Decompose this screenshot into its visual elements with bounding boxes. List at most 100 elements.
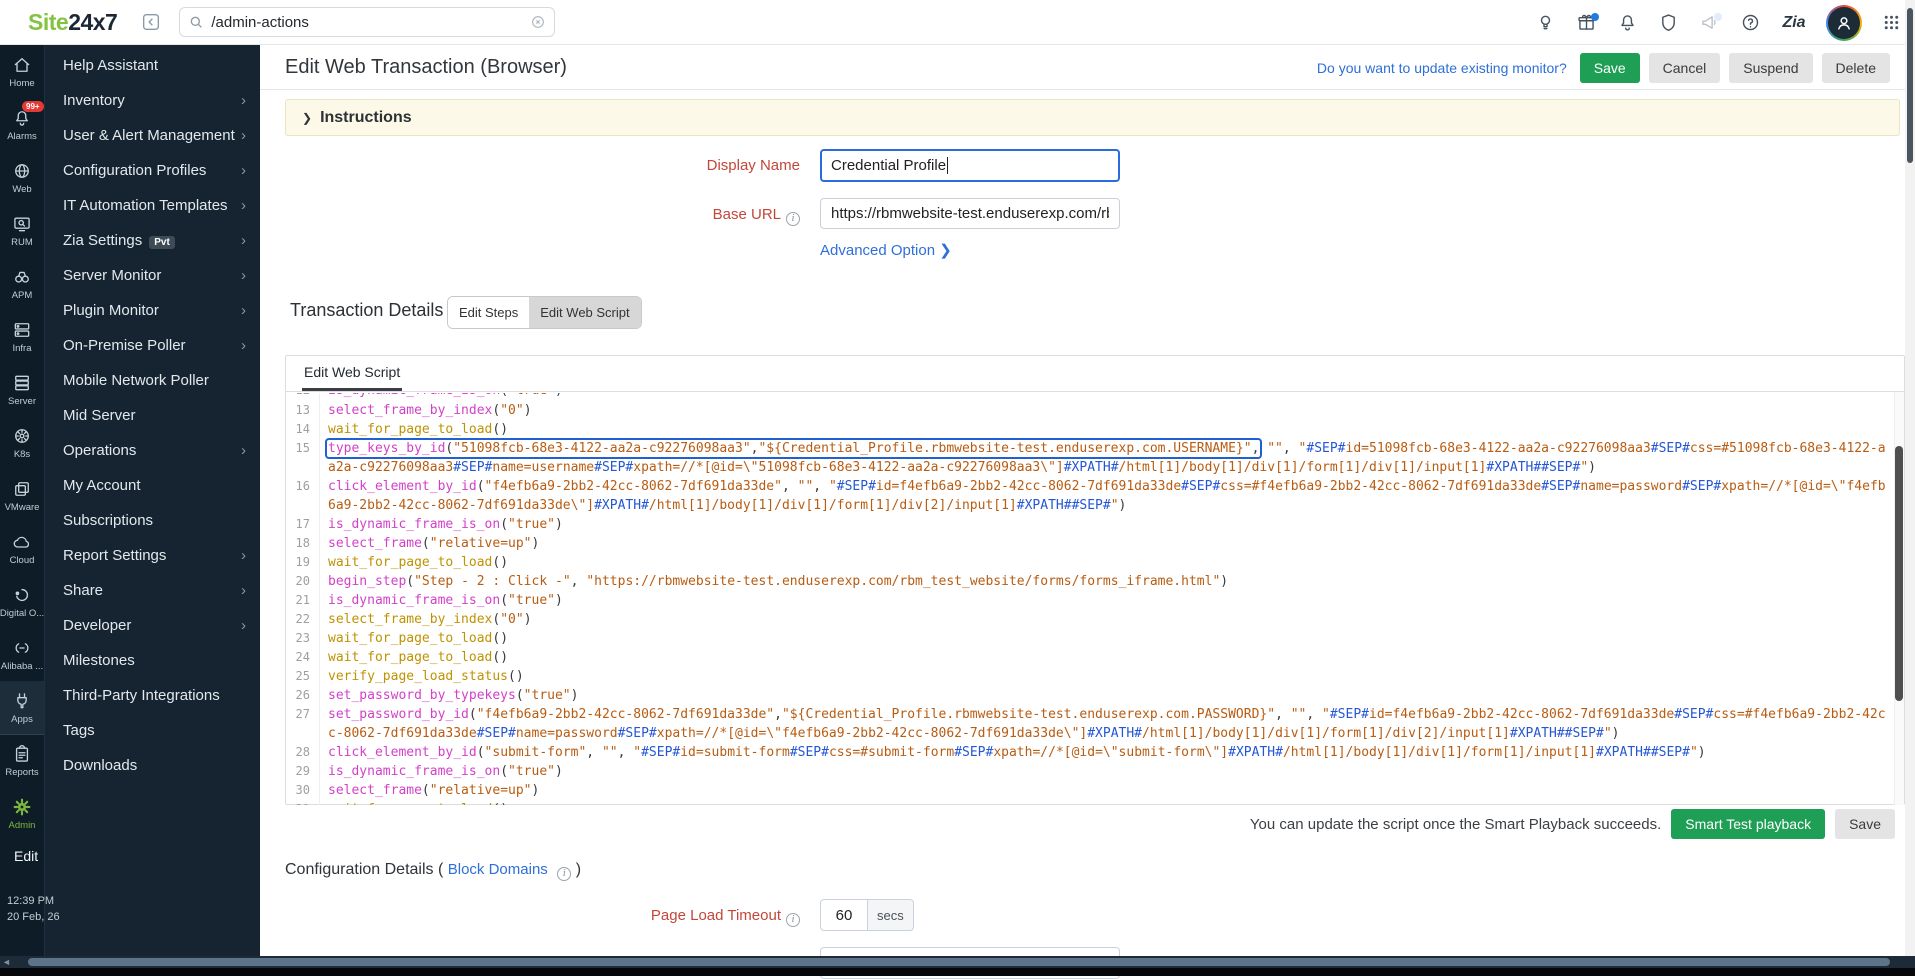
sidebar-item-zia-settings[interactable]: Zia SettingsPvt›	[45, 223, 260, 258]
code-line-19[interactable]: 19wait_for_page_to_load()	[286, 553, 1904, 572]
display-name-input[interactable]: Credential Profile	[820, 149, 1120, 182]
shield-icon[interactable]	[1656, 11, 1680, 35]
global-search[interactable]	[179, 7, 555, 37]
code-line-14[interactable]: 14wait_for_page_to_load()	[286, 420, 1904, 439]
sidebar-item-developer[interactable]: Developer›	[45, 608, 260, 643]
code-line-20[interactable]: 20begin_step("Step - 2 : Click -", "http…	[286, 572, 1904, 591]
site24x7-logo[interactable]: Site24x7	[28, 9, 117, 36]
delete-button[interactable]: Delete	[1822, 53, 1890, 83]
block-domains-link[interactable]: Block Domains	[448, 861, 548, 878]
sidebar-item-mid-server[interactable]: Mid Server	[45, 398, 260, 433]
suspend-button[interactable]: Suspend	[1729, 53, 1812, 83]
info-icon[interactable]: i	[786, 913, 800, 927]
sidebar-item-configuration-profiles[interactable]: Configuration Profiles›	[45, 153, 260, 188]
code-line-16[interactable]: 16click_element_by_id("f4efb6a9-2bb2-42c…	[286, 477, 1904, 515]
code-line-29[interactable]: 29is_dynamic_frame_is_on("true")	[286, 762, 1904, 781]
sidebar-item-user-alert-management[interactable]: User & Alert Management›	[45, 118, 260, 153]
sidebar-item-report-settings[interactable]: Report Settings›	[45, 538, 260, 573]
sidebar-item-my-account[interactable]: My Account	[45, 468, 260, 503]
code-line-15[interactable]: 15type_keys_by_id("51098fcb-68e3-4122-aa…	[286, 439, 1904, 477]
toggle-edit-steps[interactable]: Edit Steps	[448, 297, 529, 328]
page-horizontal-scrollbar[interactable]: ◄	[0, 956, 1915, 968]
sidebar-item-inventory[interactable]: Inventory›	[45, 83, 260, 118]
toggle-edit-web-script[interactable]: Edit Web Script	[529, 297, 640, 328]
bell-icon[interactable]	[1615, 11, 1639, 35]
help-icon[interactable]	[1738, 11, 1762, 35]
sidebar-item-on-premise-poller[interactable]: On-Premise Poller›	[45, 328, 260, 363]
page-vertical-scrollbar[interactable]	[1905, 0, 1915, 956]
sidebar-item-downloads[interactable]: Downloads	[45, 748, 260, 783]
sidebar-item-help-assistant[interactable]: Help Assistant	[45, 48, 260, 83]
zia-icon[interactable]: Zia	[1779, 11, 1809, 35]
megaphone-icon[interactable]	[1697, 11, 1721, 35]
globe-icon	[12, 161, 32, 181]
code-editor[interactable]: 12is_dynamic_frame_is_on("true")13select…	[286, 392, 1904, 805]
sidebar-item-it-automation-templates[interactable]: IT Automation Templates›	[45, 188, 260, 223]
instructions-accordion[interactable]: ❯ Instructions	[285, 99, 1900, 136]
lightbulb-icon[interactable]	[1533, 11, 1557, 35]
sidebar-item-milestones[interactable]: Milestones	[45, 643, 260, 678]
rail-item-digital[interactable]: Digital O...	[0, 575, 44, 628]
update-existing-monitor-link[interactable]: Do you want to update existing monitor?	[1317, 60, 1567, 76]
avatar[interactable]	[1828, 7, 1860, 39]
code-line-25[interactable]: 25verify_page_load_status()	[286, 667, 1904, 686]
info-icon[interactable]: i	[786, 212, 800, 226]
rail-item-web[interactable]: Web	[0, 151, 44, 204]
smart-test-playback-button[interactable]: Smart Test playback	[1671, 809, 1825, 839]
rail-item-home[interactable]: Home	[0, 45, 44, 98]
script-save-button[interactable]: Save	[1835, 809, 1895, 839]
save-button[interactable]: Save	[1580, 53, 1640, 83]
editor-scrollbar[interactable]	[1894, 392, 1904, 805]
rail-item-alarms[interactable]: Alarms99+	[0, 98, 44, 151]
rail-item-apps[interactable]: Apps	[0, 681, 44, 734]
sidebar-item-tags[interactable]: Tags	[45, 713, 260, 748]
rail-item-apm[interactable]: APM	[0, 257, 44, 310]
code-line-30[interactable]: 30select_frame("relative=up")	[286, 781, 1904, 800]
rail-item-admin[interactable]: Admin	[0, 787, 44, 840]
code-line-13[interactable]: 13select_frame_by_index("0")	[286, 401, 1904, 420]
code-line-31[interactable]: 31wait_for_page_to_load()	[286, 800, 1904, 805]
editor-scrollbar-thumb[interactable]	[1895, 446, 1903, 701]
apps-grid-icon[interactable]	[1879, 11, 1903, 35]
code-line-27[interactable]: 27set_password_by_id("f4efb6a9-2bb2-42cc…	[286, 705, 1904, 743]
cancel-button[interactable]: Cancel	[1649, 53, 1721, 83]
code-line-24[interactable]: 24wait_for_page_to_load()	[286, 648, 1904, 667]
advanced-option-link[interactable]: Advanced Option ❯	[820, 241, 952, 259]
code-line-26[interactable]: 26set_password_by_typekeys("true")	[286, 686, 1904, 705]
code-line-18[interactable]: 18select_frame("relative=up")	[286, 534, 1904, 553]
sidebar-item-subscriptions[interactable]: Subscriptions	[45, 503, 260, 538]
rail-item-server[interactable]: Server	[0, 363, 44, 416]
sidebar-item-share[interactable]: Share›	[45, 573, 260, 608]
rail-item-alibaba[interactable]: Alibaba ...	[0, 628, 44, 681]
clear-search-icon[interactable]	[530, 14, 546, 30]
gift-icon[interactable]	[1574, 11, 1598, 35]
sidebar-collapse-icon[interactable]	[139, 10, 163, 34]
admin-submenu-edit[interactable]: Edit	[14, 848, 38, 864]
rail-item-rum[interactable]: RUM	[0, 204, 44, 257]
rail-item-cloud[interactable]: Cloud	[0, 522, 44, 575]
rail-item-vmware[interactable]: VMware	[0, 469, 44, 522]
page-horizontal-scrollbar-thumb[interactable]	[28, 958, 1890, 966]
sidebar-item-mobile-network-poller[interactable]: Mobile Network Poller	[45, 363, 260, 398]
base-url-input[interactable]	[820, 198, 1120, 229]
sidebar-item-plugin-monitor[interactable]: Plugin Monitor›	[45, 293, 260, 328]
code-line-28[interactable]: 28click_element_by_id("submit-form", "",…	[286, 743, 1904, 762]
rail-item-reports[interactable]: Reports	[0, 734, 44, 787]
rail-item-infra[interactable]: Infra	[0, 310, 44, 363]
sidebar-item-third-party-integrations[interactable]: Third-Party Integrations	[45, 678, 260, 713]
sidebar-item-server-monitor[interactable]: Server Monitor›	[45, 258, 260, 293]
page-load-timeout-input[interactable]	[820, 899, 868, 931]
sidebar-item-operations[interactable]: Operations›	[45, 433, 260, 468]
code-line-12[interactable]: 12is_dynamic_frame_is_on("true")	[286, 393, 1904, 401]
code-line-17[interactable]: 17is_dynamic_frame_is_on("true")	[286, 515, 1904, 534]
search-input[interactable]	[211, 14, 530, 31]
code-line-23[interactable]: 23wait_for_page_to_load()	[286, 629, 1904, 648]
tab-edit-web-script[interactable]: Edit Web Script	[302, 364, 402, 391]
info-icon[interactable]: i	[557, 867, 571, 881]
scroll-left-arrow-icon[interactable]: ◄	[2, 957, 11, 967]
rail-item-k8s[interactable]: K8s	[0, 416, 44, 469]
page-vertical-scrollbar-thumb[interactable]	[1907, 8, 1913, 163]
code-line-22[interactable]: 22select_frame_by_index("0")	[286, 610, 1904, 629]
code-line-21[interactable]: 21is_dynamic_frame_is_on("true")	[286, 591, 1904, 610]
avatar[interactable]	[1826, 5, 1862, 41]
